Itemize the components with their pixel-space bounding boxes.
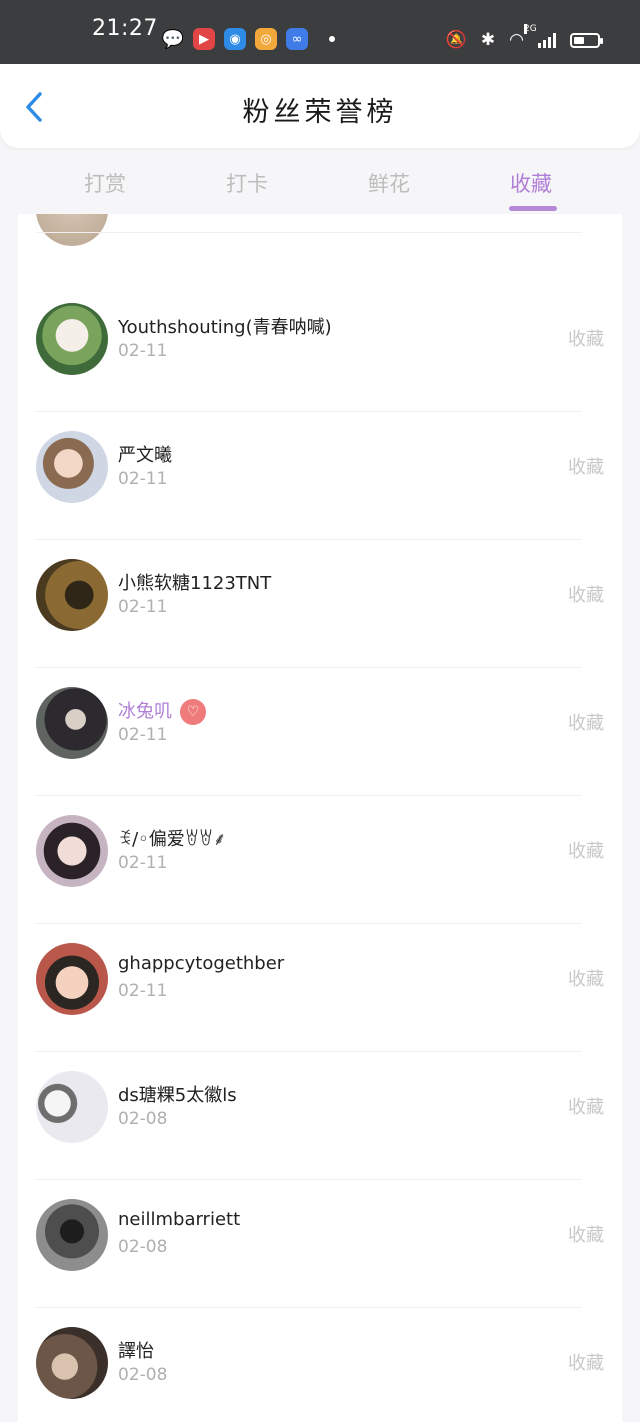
fan-date: 02-11 bbox=[118, 341, 168, 361]
mute-bell-icon: 🔕 bbox=[445, 30, 467, 50]
fan-date: 02-11 bbox=[118, 981, 168, 1001]
status-bar: 21:27 💬 ▶ ◉ ◎ ∞ 🔕 ✱ ◠ 2G bbox=[0, 0, 640, 64]
fan-date: 02-08 bbox=[118, 1365, 168, 1385]
heart-diamond-icon: ♡ bbox=[180, 699, 206, 725]
fan-name: neillmbarriett bbox=[118, 1209, 241, 1230]
list-item[interactable]: neillmbarriett 02-08 收藏 bbox=[18, 1179, 622, 1307]
favorite-label: 收藏 bbox=[568, 329, 604, 350]
wechat-icon: 💬 bbox=[161, 28, 185, 50]
list-item[interactable]: ghappcytogethber 02-11 收藏 bbox=[18, 923, 622, 1051]
wifi-icon: ◠ bbox=[509, 30, 524, 50]
fan-name: ꉂ/◦偏爱ꇐꇐ⸙ bbox=[118, 829, 227, 850]
favorite-label: 收藏 bbox=[568, 1353, 604, 1374]
list-item[interactable]: Youthshouting(青春呐喊) 02-11 收藏 bbox=[18, 283, 622, 411]
fan-name: 譯怡 bbox=[118, 1341, 154, 1362]
list-item[interactable]: 冰兔叽 ♡ 02-11 收藏 bbox=[18, 667, 622, 795]
battery-level bbox=[574, 36, 584, 44]
battery-icon bbox=[570, 32, 603, 48]
page-title: 粉丝荣誉榜 bbox=[242, 97, 398, 128]
fan-name: ds瑭粿5太徽ls bbox=[118, 1085, 237, 1106]
tab-favorites[interactable]: 收藏 bbox=[510, 168, 552, 198]
fan-name: Youthshouting(青春呐喊) bbox=[118, 317, 332, 338]
fan-name: ghappcytogethber bbox=[118, 953, 285, 974]
fan-date: 02-11 bbox=[118, 597, 168, 617]
list-item[interactable]: 譯怡 02-08 收藏 bbox=[18, 1307, 622, 1422]
favorite-label: 收藏 bbox=[568, 713, 604, 734]
browser-icon: ◉ bbox=[224, 28, 246, 50]
favorite-label: 收藏 bbox=[568, 1225, 604, 1246]
favorite-label: 收藏 bbox=[568, 585, 604, 606]
notification-dot-icon bbox=[329, 36, 335, 42]
favorite-label: 收藏 bbox=[568, 841, 604, 862]
fan-date: 02-11 bbox=[118, 725, 168, 745]
list-item[interactable]: ꉂ/◦偏爱ꇐꇐ⸙ 02-11 收藏 bbox=[18, 795, 622, 923]
avatar bbox=[36, 1199, 108, 1271]
status-app-icons: 💬 ▶ ◉ ◎ ∞ bbox=[162, 28, 335, 50]
weibo-icon: ◎ bbox=[255, 28, 277, 50]
tab-checkin[interactable]: 打卡 bbox=[226, 168, 268, 198]
list-item[interactable]: ds瑭粿5太徽ls 02-08 收藏 bbox=[18, 1051, 622, 1179]
fan-name: 小熊软糖1123TNT bbox=[118, 573, 272, 594]
cloud-app-icon: ∞ bbox=[286, 28, 308, 50]
tab-bar: 打赏 打卡 鲜花 收藏 bbox=[0, 148, 640, 214]
fan-list[interactable]: Youthshouting(青春呐喊) 02-11 收藏 严文曦 02-11 收… bbox=[18, 214, 622, 1422]
avatar bbox=[36, 943, 108, 1015]
avatar bbox=[36, 431, 108, 503]
avatar bbox=[36, 214, 108, 246]
fan-date: 02-08 bbox=[118, 1109, 168, 1129]
avatar bbox=[36, 687, 108, 759]
list-item[interactable]: 小熊软糖1123TNT 02-11 收藏 bbox=[18, 539, 622, 667]
avatar bbox=[36, 1327, 108, 1399]
avatar bbox=[36, 303, 108, 375]
favorite-label: 收藏 bbox=[568, 457, 604, 478]
tab-reward[interactable]: 打赏 bbox=[84, 168, 126, 198]
top-header: 粉丝荣誉榜 bbox=[0, 64, 640, 148]
avatar bbox=[36, 1071, 108, 1143]
video-app-icon: ▶ bbox=[193, 28, 215, 50]
status-time: 21:27 bbox=[92, 16, 158, 41]
signal-icon: 2G bbox=[524, 24, 556, 48]
tab-flowers[interactable]: 鲜花 bbox=[368, 168, 410, 198]
fan-date: 02-11 bbox=[118, 853, 168, 873]
status-system-icons: 🔕 ✱ ◠ 2G bbox=[445, 24, 603, 50]
fan-name: 冰兔叽 bbox=[118, 701, 172, 722]
favorite-label: 收藏 bbox=[568, 969, 604, 990]
fan-name: 严文曦 bbox=[118, 445, 172, 466]
avatar bbox=[36, 559, 108, 631]
network-type-label: 2G bbox=[524, 24, 537, 34]
favorite-label: 收藏 bbox=[568, 1097, 604, 1118]
list-item[interactable]: 严文曦 02-11 收藏 bbox=[18, 411, 622, 539]
fan-date: 02-11 bbox=[118, 469, 168, 489]
fan-date: 02-08 bbox=[118, 1237, 168, 1257]
fan-name-vip: 冰兔叽 ♡ bbox=[118, 697, 206, 725]
active-tab-indicator bbox=[509, 206, 557, 211]
bluetooth-icon: ✱ bbox=[480, 30, 496, 50]
avatar bbox=[36, 815, 108, 887]
divider bbox=[36, 232, 582, 233]
